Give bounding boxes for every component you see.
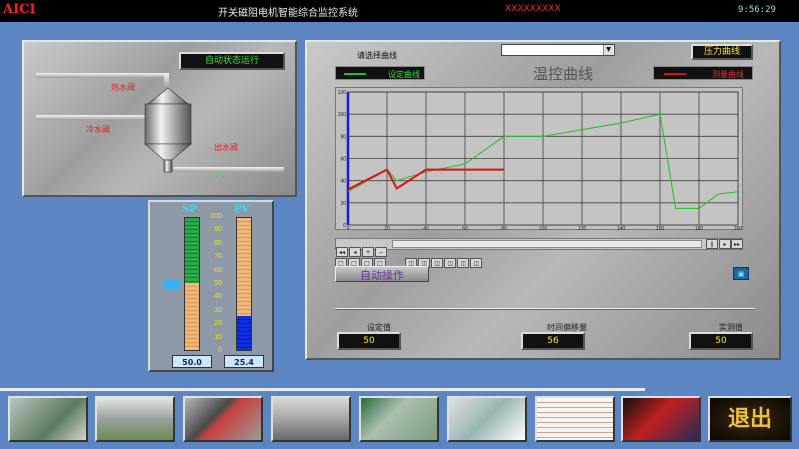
chart-title: 温控曲线 [533, 65, 594, 83]
setpoint-field[interactable]: 50 [337, 332, 401, 350]
y-tick-label: 0 [343, 223, 346, 229]
gauge-tick-label: 50 [214, 280, 222, 287]
hot-water-pipe [36, 73, 168, 78]
sp-value: 50.0 [172, 355, 212, 368]
app-title: 开关磁阻电机智能综合监控系统 [218, 8, 358, 19]
pv-label: PV [234, 204, 250, 215]
clock: 9:56:29 [738, 5, 776, 15]
tool-9-button[interactable]: ◫ [457, 258, 470, 268]
y-tick-label: 60 [340, 157, 346, 163]
trend-chart[interactable]: 0 20 40 60 80 100 120 140 160 180 200 0 20 40 60 80 100 1… [335, 87, 743, 232]
chart-toolbar: ◂◂ ◂ + − ∥ ▸ ▸▸ [335, 238, 743, 257]
x-tick-label: 80 [501, 226, 507, 231]
pv-bar-remainder [237, 218, 251, 318]
tool-8-button[interactable]: ◫ [444, 258, 457, 268]
pause-button[interactable]: ∥ [706, 239, 718, 249]
cold-valve-label: 冷水阀 [86, 125, 110, 134]
x-tick-label: 200 [734, 226, 743, 231]
tank-vessel [144, 87, 192, 173]
thumbnail-monitor-screen[interactable] [359, 396, 439, 442]
title-bar: AICI 开关磁阻电机智能综合监控系统 XXXXXXXXX 9:56:29 [0, 0, 799, 22]
x-tick-label: 60 [462, 226, 468, 231]
gauge-tick-label: 20 [214, 320, 222, 328]
y-tick-label: 20 [340, 201, 346, 207]
tool-10-button[interactable]: ◫ [470, 258, 483, 268]
pressure-curve-button[interactable]: 压力曲线 [691, 44, 753, 60]
thumbnail-data-table-screen[interactable] [535, 396, 615, 442]
x-tick-label: 160 [656, 226, 665, 231]
hot-valve-label: 热水阀 [111, 83, 135, 92]
gauge-panel: SP PV 100 90 80 70 60 50 40 30 20 10 0 50.0 25.4 [148, 200, 274, 372]
chart-toolbar-2: □ □ □ □ ◫ ◫ ◫ ◫ ◫ ◫ [335, 250, 743, 268]
outlet-marker: 0°C [214, 172, 227, 180]
gauge-tick-label: 30 [214, 306, 222, 314]
gauge-tick-label: 90 [214, 226, 222, 234]
sp-bar [184, 217, 200, 351]
sp-pointer-icon[interactable] [164, 279, 182, 289]
thumbnail-equipment-screen[interactable] [95, 396, 175, 442]
gauge-tick-label: 10 [214, 333, 222, 341]
gauge-tick-label: 100 [210, 213, 222, 220]
cold-water-pipe [36, 115, 146, 120]
x-tick-label: 180 [695, 226, 704, 231]
time-offset-field[interactable]: 56 [521, 332, 585, 350]
thumbnail-chart-screen[interactable] [183, 396, 263, 442]
screen-thumbnails: 退出 [0, 388, 799, 449]
thumbnail-process-screen[interactable] [8, 396, 88, 442]
gauge-tick-label: 0 [218, 347, 222, 354]
x-tick-label: 140 [617, 226, 626, 231]
scroll-right-button[interactable]: ▸▸ [731, 239, 743, 249]
process-panel: 自动状态运行 热水阀 冷水阀 出水阀 0°C [22, 40, 297, 197]
sp-bar-fill [185, 218, 199, 285]
gauge-tick-label: 70 [214, 253, 222, 261]
auto-operate-button[interactable]: 自动操作 [335, 266, 429, 282]
y-tick-label: 120 [338, 90, 347, 96]
gauge-tick-label: 60 [214, 266, 222, 274]
sp-label: SP [182, 204, 197, 215]
divider [335, 308, 755, 310]
pv-bar-fill [237, 315, 251, 350]
thumbnail-motor-screen[interactable] [621, 396, 701, 442]
y-tick-label: 80 [340, 134, 346, 140]
trend-panel: 请选择曲线 ▼ 压力曲线 设定曲线 温控曲线 测量曲线 0 20 40 60 80 100… [305, 40, 781, 360]
tool-7-button[interactable]: ◫ [431, 258, 444, 268]
status-display: 自动状态运行 [179, 52, 285, 70]
outlet-valve-label: 出水阀 [214, 143, 238, 152]
x-tick-label: 20 [384, 226, 390, 231]
company-name: XXXXXXXXX [505, 4, 561, 14]
thumbnail-control-screen[interactable] [271, 396, 351, 442]
x-tick-label: 100 [539, 226, 548, 231]
y-tick-label: 40 [340, 179, 346, 185]
sp-bar-remainder [185, 283, 199, 350]
pv-bar [236, 217, 252, 351]
gauge-tick-label: 40 [214, 293, 222, 301]
y-tick-label: 100 [338, 112, 347, 118]
thumbnail-network-screen[interactable] [447, 396, 527, 442]
measured-legend-swatch [664, 73, 686, 75]
step-right-button[interactable]: ▸ [719, 239, 731, 249]
setpoint-legend: 设定曲线 [335, 66, 425, 80]
select-prompt: 请选择曲线 [357, 51, 397, 60]
measured-field[interactable]: 50 [689, 332, 753, 350]
exit-button[interactable]: 退出 [708, 396, 792, 442]
x-tick-label: 120 [578, 226, 587, 231]
gauge-scale: 100 90 80 70 60 50 40 30 20 10 0 [210, 213, 222, 354]
time-scrollbar[interactable] [392, 240, 702, 248]
measured-legend: 测量曲线 [653, 66, 753, 80]
setpoint-legend-swatch [344, 73, 366, 75]
thumb-divider [0, 388, 645, 391]
x-tick-label: 0 [347, 226, 350, 231]
gauge-tick-label: 80 [214, 239, 222, 247]
chevron-down-icon[interactable]: ▼ [603, 45, 613, 55]
x-tick-label: 40 [423, 226, 429, 231]
help-icon[interactable]: ▣ [733, 267, 749, 280]
brand-logo: AICI [3, 2, 36, 17]
trend-chart-svg: 0 20 40 60 80 100 120 140 160 180 200 0 20 40 60 80 100 1… [338, 90, 743, 232]
curve-select[interactable]: ▼ [501, 44, 615, 56]
pv-value: 25.4 [224, 355, 264, 368]
